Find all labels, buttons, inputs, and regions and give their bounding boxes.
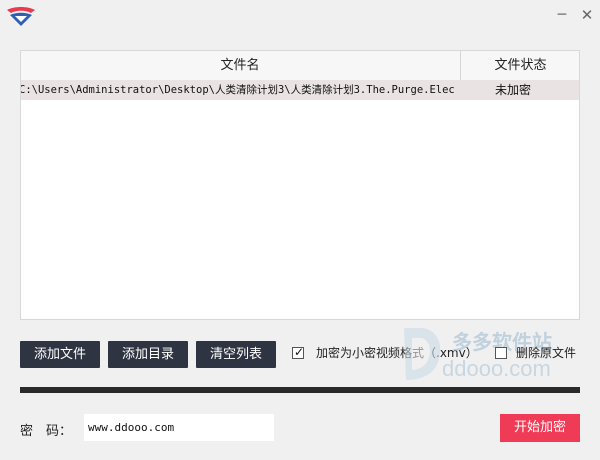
password-input[interactable]: [84, 414, 274, 441]
password-label: 密 码：: [20, 424, 73, 439]
add-file-button[interactable]: 添加文件: [20, 341, 100, 368]
add-directory-button[interactable]: 添加目录: [108, 341, 188, 368]
progress-bar: [20, 387, 580, 393]
column-header-filename[interactable]: 文件名: [21, 51, 459, 80]
file-table[interactable]: 文件名 文件状态 C:\Users\Administrator\Desktop\…: [20, 50, 580, 320]
encrypt-xmv-checkbox[interactable]: ✓: [292, 345, 305, 359]
cell-filename: C:\Users\Administrator\Desktop\人类清除计划3\人…: [20, 84, 455, 96]
checkmark-icon: ✓: [293, 345, 305, 359]
app-logo-icon: [7, 7, 35, 26]
delete-original-label[interactable]: 删除原文件: [516, 345, 576, 361]
title-bar: ─ ✕: [0, 0, 600, 32]
column-header-status[interactable]: 文件状态: [460, 51, 579, 80]
minimize-button[interactable]: ─: [553, 6, 571, 24]
cell-status: 未加密: [495, 83, 532, 97]
delete-original-checkbox[interactable]: [495, 347, 507, 359]
start-encrypt-button[interactable]: 开始加密: [500, 414, 580, 442]
watermark-d-icon: [404, 328, 441, 380]
clear-list-button[interactable]: 清空列表: [196, 341, 276, 368]
table-row[interactable]: C:\Users\Administrator\Desktop\人类清除计划3\人…: [21, 80, 579, 100]
table-header: 文件名 文件状态: [21, 51, 579, 81]
close-button[interactable]: ✕: [578, 6, 596, 24]
